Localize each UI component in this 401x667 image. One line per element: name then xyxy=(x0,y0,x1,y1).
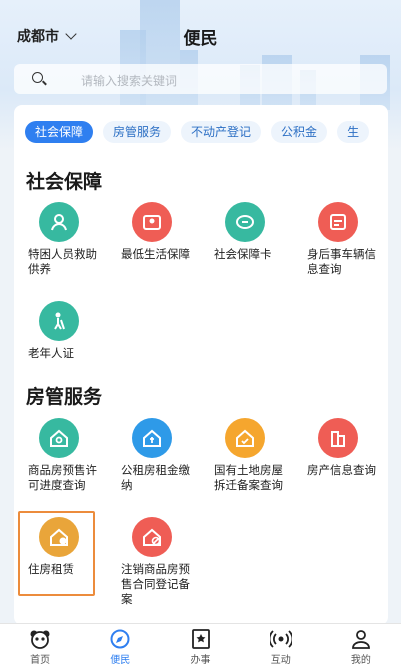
card-icon xyxy=(225,202,265,242)
search-bar[interactable]: 请输入搜索关键词 xyxy=(14,64,387,94)
service-item[interactable]: 注销商品房预售合同登记备案 xyxy=(121,517,191,608)
house-search-icon xyxy=(39,418,79,458)
house-cancel-icon xyxy=(132,517,172,557)
service-label: 注销商品房预售合同登记备案 xyxy=(121,564,190,606)
vehicle-icon xyxy=(318,202,358,242)
tab-real-estate-registration[interactable]: 不动产登记 xyxy=(181,121,262,143)
service-label: 最低生活保障 xyxy=(121,249,190,261)
tab-label: 我的 xyxy=(350,655,371,666)
service-label: 国有土地房屋拆迁备案查询 xyxy=(214,465,283,492)
service-item[interactable]: 最低生活保障 xyxy=(121,202,191,263)
service-item[interactable]: 商品房预售许可进度查询 xyxy=(28,418,98,494)
tab-interaction[interactable]: 互动 xyxy=(241,624,321,667)
tab-convenience[interactable]: 便民 xyxy=(80,624,160,667)
user-icon xyxy=(350,629,372,649)
tab-label: 首页 xyxy=(30,655,51,666)
tab-home[interactable]: 首页 xyxy=(0,624,80,667)
tab-social-security[interactable]: 社会保障 xyxy=(25,121,94,143)
service-item[interactable]: 社会保障卡 xyxy=(214,202,284,263)
service-item[interactable]: 公租房租金缴纳 xyxy=(121,418,191,494)
building-icon xyxy=(318,418,358,458)
elder-icon xyxy=(39,301,79,341)
search-icon xyxy=(32,72,43,83)
section-title-housing-service: 房管服务 xyxy=(26,387,103,408)
service-label: 公租房租金缴纳 xyxy=(121,465,190,492)
service-label: 老年人证 xyxy=(28,348,74,360)
service-label: 特困人员救助供养 xyxy=(28,249,97,276)
panda-icon xyxy=(29,629,51,649)
tab-housing-fund[interactable]: 公积金 xyxy=(271,121,328,143)
tab-affairs[interactable]: 办事 xyxy=(160,624,240,667)
broadcast-icon xyxy=(269,629,292,649)
service-item[interactable]: 国有土地房屋拆迁备案查询 xyxy=(214,418,284,494)
tab-label: 便民 xyxy=(110,655,131,666)
house-pay-icon xyxy=(132,418,172,458)
service-item[interactable]: 特困人员救助供养 xyxy=(28,202,98,278)
tab-label: 办事 xyxy=(190,655,211,666)
service-label: 身后事车辆信息查询 xyxy=(307,249,376,276)
service-label: 房产信息查询 xyxy=(307,465,376,477)
page-title: 便民 xyxy=(183,29,218,48)
family-icon xyxy=(132,202,172,242)
service-label: 社会保障卡 xyxy=(214,249,272,261)
service-item[interactable]: 身后事车辆信息查询 xyxy=(307,202,377,278)
tab-more[interactable]: 生 xyxy=(337,121,370,143)
service-label: 商品房预售许可进度查询 xyxy=(28,465,97,492)
tab-housing-service[interactable]: 房管服务 xyxy=(103,121,172,143)
service-item[interactable]: 房产信息查询 xyxy=(307,418,377,479)
star-doc-icon xyxy=(190,629,212,649)
tab-mine[interactable]: 我的 xyxy=(321,624,401,667)
service-item[interactable]: 老年人证 xyxy=(28,301,98,362)
tab-label: 互动 xyxy=(270,655,291,666)
person-shield-icon xyxy=(39,202,79,242)
top-header: 成都市 便民 xyxy=(0,0,401,64)
section-title-social-security: 社会保障 xyxy=(26,172,103,193)
house-check-icon xyxy=(225,418,265,458)
compass-icon xyxy=(109,629,131,649)
category-tabs: 社会保障 房管服务 不动产登记 公积金 生 xyxy=(25,121,370,145)
search-input[interactable]: 请输入搜索关键词 xyxy=(81,72,177,89)
highlight-box xyxy=(18,511,95,596)
bottom-tab-bar: 首页 便民 办事 互动 我的 xyxy=(0,623,401,667)
